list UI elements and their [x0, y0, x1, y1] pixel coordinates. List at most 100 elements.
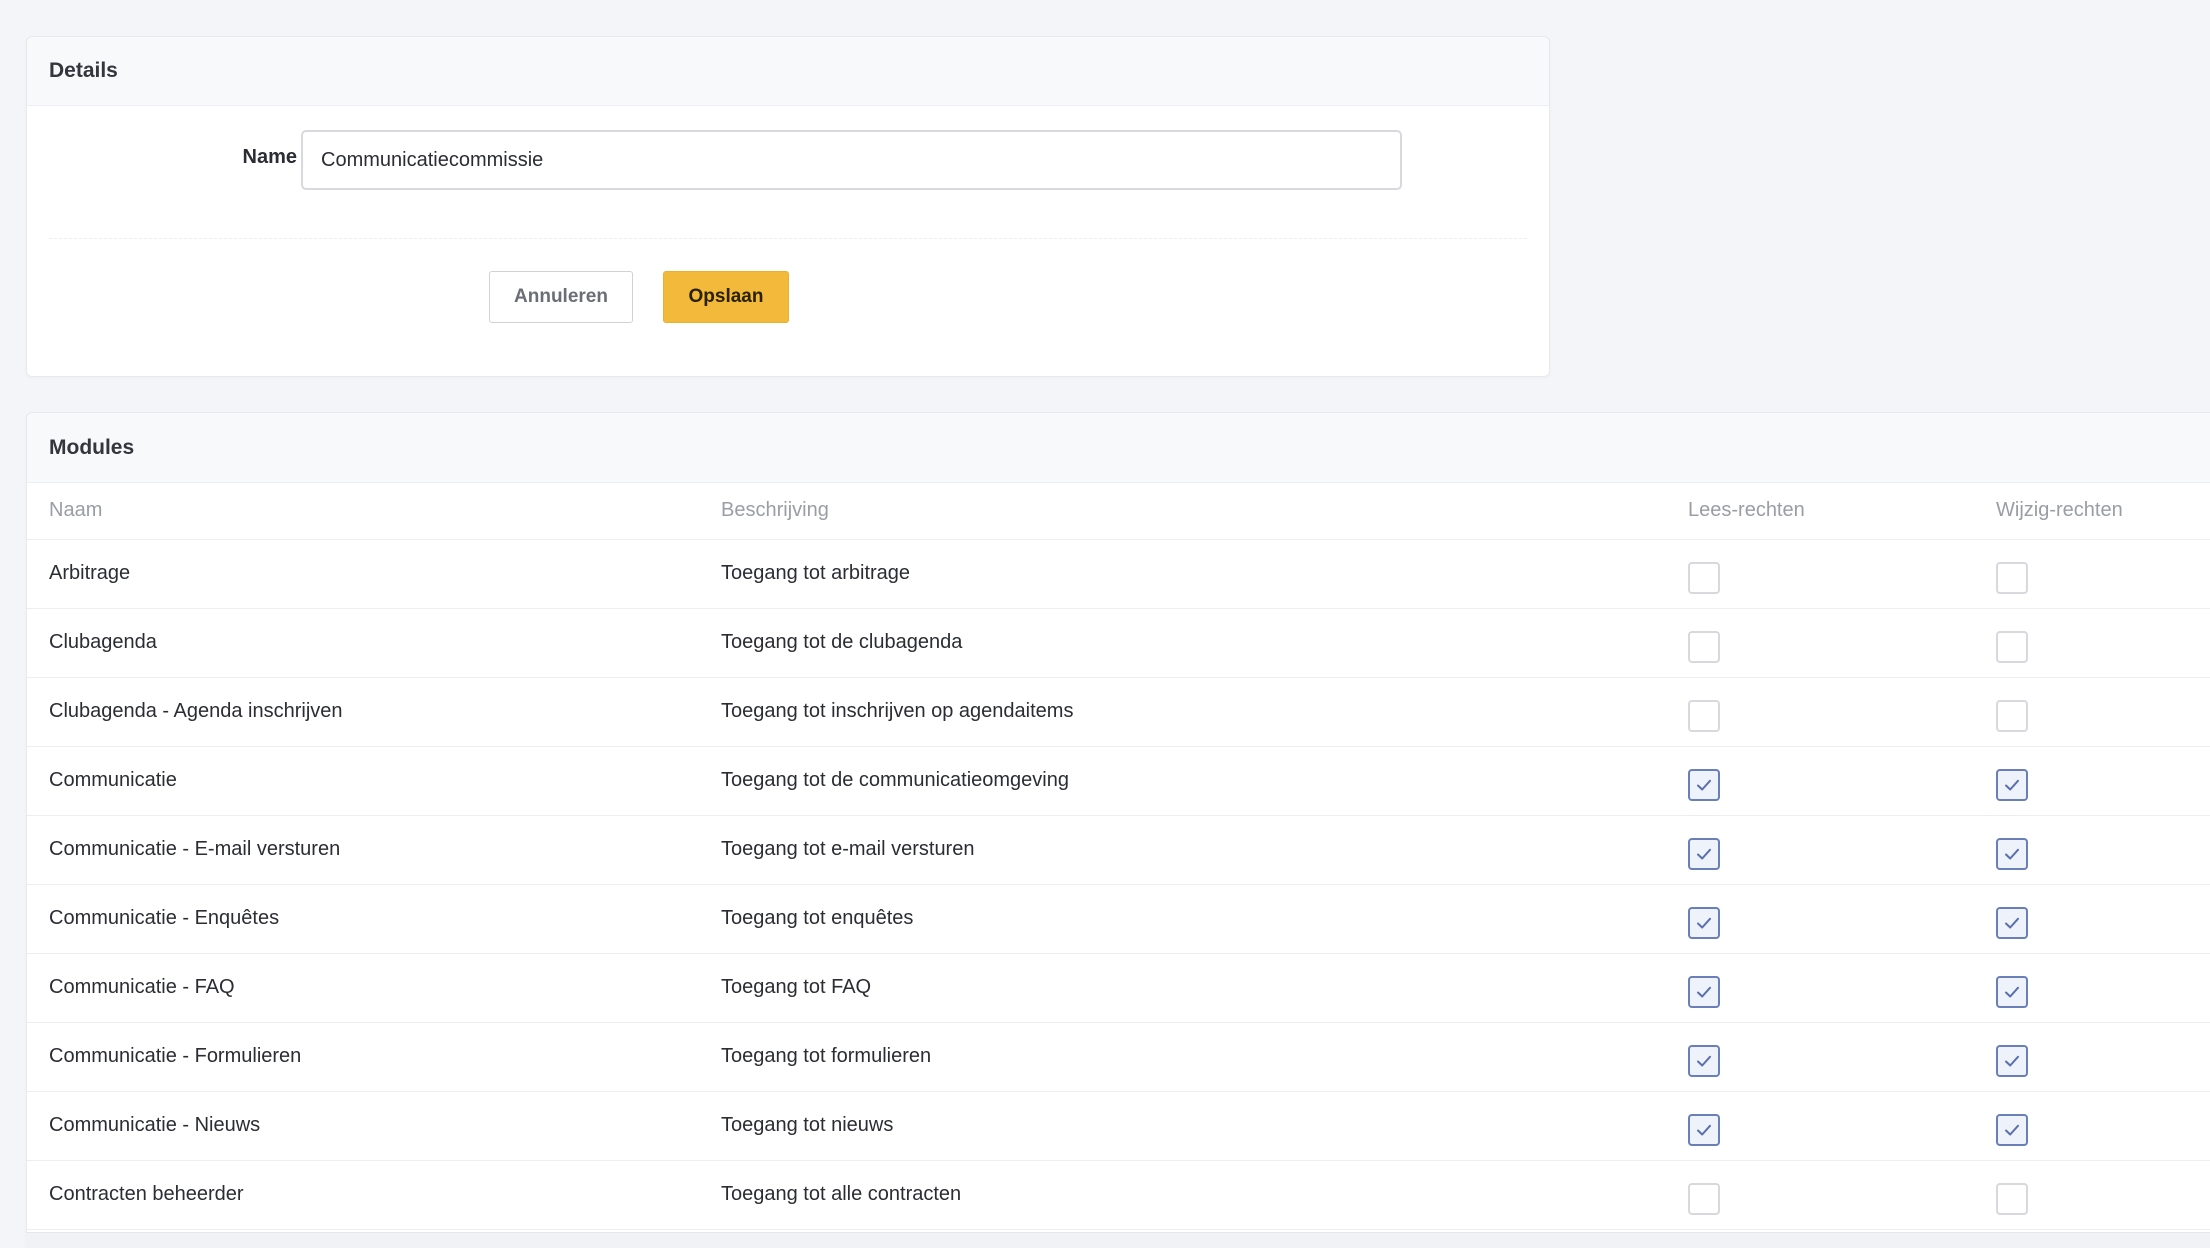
write-permission-cell	[1996, 907, 2028, 939]
write-permission-checkbox[interactable]	[1996, 907, 2028, 939]
check-icon	[1697, 779, 1711, 791]
write-permission-checkbox[interactable]	[1996, 1114, 2028, 1146]
check-icon	[2005, 779, 2019, 791]
read-permission-cell	[1688, 1183, 1720, 1215]
read-permission-checkbox[interactable]	[1688, 700, 1720, 732]
modules-header: Modules	[27, 413, 2210, 483]
check-icon	[2005, 1055, 2019, 1067]
table-row: Communicatie Toegang tot de communicatie…	[27, 747, 2210, 816]
column-header-name[interactable]: Naam	[49, 499, 102, 522]
write-permission-checkbox[interactable]	[1996, 700, 2028, 732]
read-permission-checkbox[interactable]	[1688, 769, 1720, 801]
read-permission-checkbox[interactable]	[1688, 1114, 1720, 1146]
write-permission-checkbox[interactable]	[1996, 562, 2028, 594]
read-permission-cell	[1688, 1114, 1720, 1146]
write-permission-cell	[1996, 976, 2028, 1008]
module-name: Communicatie - E-mail versturen	[49, 838, 341, 860]
column-header-read[interactable]: Lees-rechten	[1688, 499, 1805, 522]
read-permission-cell	[1688, 976, 1720, 1008]
write-permission-cell	[1996, 1045, 2028, 1077]
module-description: Toegang tot e-mail versturen	[721, 838, 975, 860]
read-permission-cell	[1688, 562, 1720, 594]
write-permission-cell	[1996, 631, 2028, 663]
table-row: Contracten beheerder Toegang tot alle co…	[27, 1161, 2210, 1230]
table-row: Communicatie - Enquêtes Toegang tot enqu…	[27, 885, 2210, 954]
check-icon	[2005, 1124, 2019, 1136]
read-permission-cell	[1688, 838, 1720, 870]
module-name: Communicatie - Enquêtes	[49, 907, 280, 929]
table-body: Arbitrage Toegang tot arbitrage Clubagen…	[27, 540, 2210, 1230]
name-input[interactable]	[301, 130, 1402, 190]
table-row: Communicatie - Nieuws Toegang tot nieuws	[27, 1092, 2210, 1161]
write-permission-cell	[1996, 1183, 2028, 1215]
read-permission-checkbox[interactable]	[1688, 1045, 1720, 1077]
read-permission-cell	[1688, 1045, 1720, 1077]
table-row: Communicatie - E-mail versturen Toegang …	[27, 816, 2210, 885]
module-name: Contracten beheerder	[49, 1183, 244, 1205]
read-permission-cell	[1688, 769, 1720, 801]
write-permission-cell	[1996, 1114, 2028, 1146]
module-name: Clubagenda	[49, 631, 157, 653]
module-description: Toegang tot nieuws	[721, 1114, 894, 1136]
module-name: Arbitrage	[49, 562, 131, 584]
cancel-button[interactable]: Annuleren	[489, 271, 633, 323]
table-header: Naam Beschrijving Lees-rechten Wijzig-re…	[27, 483, 2210, 540]
write-permission-cell	[1996, 769, 2028, 801]
table-row: Communicatie - Formulieren Toegang tot f…	[27, 1023, 2210, 1092]
check-icon	[1697, 917, 1711, 929]
read-permission-checkbox[interactable]	[1688, 907, 1720, 939]
read-permission-checkbox[interactable]	[1688, 631, 1720, 663]
column-header-description[interactable]: Beschrijving	[721, 499, 829, 522]
details-card: Details Name Annuleren Opslaan	[26, 36, 1550, 377]
check-icon	[1697, 1055, 1711, 1067]
module-description: Toegang tot inschrijven op agendaitems	[721, 700, 1074, 722]
module-name: Communicatie	[49, 769, 177, 791]
check-icon	[2005, 848, 2019, 860]
module-description: Toegang tot formulieren	[721, 1045, 932, 1067]
bottom-scroll-area	[26, 1232, 2210, 1248]
check-icon	[2005, 986, 2019, 998]
read-permission-checkbox[interactable]	[1688, 1183, 1720, 1215]
write-permission-cell	[1996, 838, 2028, 870]
write-permission-checkbox[interactable]	[1996, 1045, 2028, 1077]
write-permission-checkbox[interactable]	[1996, 838, 2028, 870]
name-form-row: Name	[27, 130, 1549, 190]
module-description: Toegang tot enquêtes	[721, 907, 914, 929]
table-row: Communicatie - FAQ Toegang tot FAQ	[27, 954, 2210, 1023]
module-description: Toegang tot de clubagenda	[721, 631, 963, 653]
table-row: Arbitrage Toegang tot arbitrage	[27, 540, 2210, 609]
module-name: Communicatie - Formulieren	[49, 1045, 302, 1067]
check-icon	[2005, 917, 2019, 929]
module-description: Toegang tot de communicatieomgeving	[721, 769, 1069, 791]
read-permission-cell	[1688, 631, 1720, 663]
read-permission-checkbox[interactable]	[1688, 562, 1720, 594]
check-icon	[1697, 986, 1711, 998]
module-name: Communicatie - Nieuws	[49, 1114, 261, 1136]
check-icon	[1697, 1124, 1711, 1136]
write-permission-checkbox[interactable]	[1996, 631, 2028, 663]
read-permission-cell	[1688, 700, 1720, 732]
read-permission-checkbox[interactable]	[1688, 976, 1720, 1008]
table-row: Clubagenda Toegang tot de clubagenda	[27, 609, 2210, 678]
module-name: Clubagenda - Agenda inschrijven	[49, 700, 343, 722]
module-description: Toegang tot alle contracten	[721, 1183, 962, 1205]
module-name: Communicatie - FAQ	[49, 976, 235, 998]
modules-card: Modules Naam Beschrijving Lees-rechten W…	[26, 412, 2210, 1248]
modules-table: Naam Beschrijving Lees-rechten Wijzig-re…	[27, 483, 2210, 1230]
module-description: Toegang tot FAQ	[721, 976, 872, 998]
details-header: Details	[27, 37, 1549, 106]
read-permission-cell	[1688, 907, 1720, 939]
save-button[interactable]: Opslaan	[663, 271, 789, 323]
write-permission-cell	[1996, 700, 2028, 732]
name-label: Name	[242, 146, 297, 168]
table-row: Clubagenda - Agenda inschrijven Toegang …	[27, 678, 2210, 747]
column-header-write[interactable]: Wijzig-rechten	[1996, 499, 2123, 522]
write-permission-cell	[1996, 562, 2028, 594]
form-divider	[49, 238, 1527, 239]
check-icon	[1697, 848, 1711, 860]
write-permission-checkbox[interactable]	[1996, 769, 2028, 801]
module-description: Toegang tot arbitrage	[721, 562, 911, 584]
read-permission-checkbox[interactable]	[1688, 838, 1720, 870]
write-permission-checkbox[interactable]	[1996, 1183, 2028, 1215]
write-permission-checkbox[interactable]	[1996, 976, 2028, 1008]
